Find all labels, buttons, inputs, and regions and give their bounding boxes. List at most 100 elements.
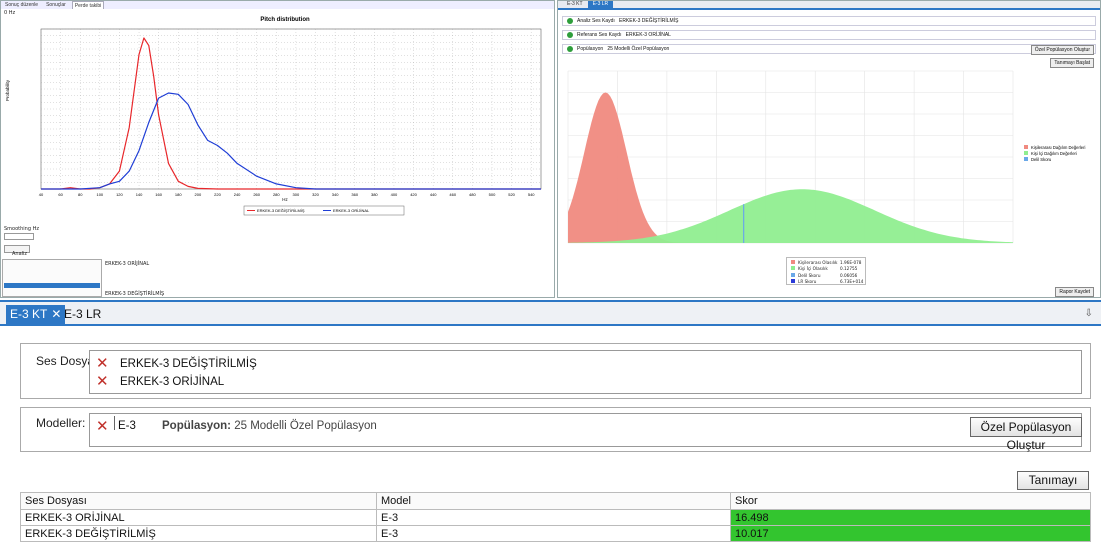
reference-record-label: Referans Ses Kaydı xyxy=(577,32,622,38)
pitch-x-tick: 140 xyxy=(136,192,143,197)
remove-model-icon[interactable]: ✕ xyxy=(96,417,109,435)
population-label: Popülasyon: xyxy=(162,420,232,432)
pitch-x-tick: 440 xyxy=(430,192,437,197)
lr-value-swatch xyxy=(791,266,795,271)
lr-legend-swatch xyxy=(1024,151,1028,155)
tab-pitch[interactable]: Perde takibi xyxy=(71,1,105,9)
lr-value-label: Kişilerarası Olasılık xyxy=(798,260,838,265)
lr-value-label: LR Skoru xyxy=(798,278,817,284)
create-population-button[interactable]: Özel Popülasyon Oluştur xyxy=(970,417,1082,452)
pitch-x-tick: 180 xyxy=(175,192,182,197)
lr-value-number: 6.73E+014 xyxy=(840,278,864,284)
pitch-x-tick: 380 xyxy=(371,192,378,197)
pitch-x-tick: 60 xyxy=(58,192,63,197)
table-row[interactable]: ERKEK-3 ORİJİNAL E-3 16.498 xyxy=(20,509,1091,526)
tab-e3-lr[interactable]: E-3 LR xyxy=(60,305,105,324)
pitch-x-tick: 100 xyxy=(96,192,103,197)
tab-e3-kt-label: E-3 KT xyxy=(10,307,48,321)
pitch-chart: Pitch distribution Probability 40 60 80 100… xyxy=(5,17,542,216)
analysis-record-row: Analiz Ses Kaydı ERKEK-3 DEĞİŞTİRİLMİŞ xyxy=(562,16,1096,26)
population-value: 25 Modelli Özel Popülasyon xyxy=(234,420,377,432)
file-item-original: ERKEK-3 ORİJİNAL xyxy=(120,376,225,388)
file-list[interactable] xyxy=(2,259,102,297)
lr-value-row: LR Skoru 6.73E+014 xyxy=(791,278,864,284)
pitch-x-tick: 400 xyxy=(391,192,398,197)
lr-tab-lr[interactable]: E-3 LR xyxy=(587,1,614,8)
chevron-down-icon[interactable]: ⇩ xyxy=(1085,308,1093,319)
lr-tabbar: E-3 KT E-3 LR xyxy=(558,1,1100,10)
column-header-score[interactable]: Skor xyxy=(730,492,1091,510)
lr-value-row: Delil Skoru 0.06056 xyxy=(791,272,858,278)
legend-red-label: ERKEK-3 DEĞİŞTİRİLMİŞ xyxy=(257,208,305,213)
pitch-chart-title: Pitch distribution xyxy=(260,17,310,23)
analyze-button-label: Analiz xyxy=(12,251,28,257)
model-separator xyxy=(114,416,115,430)
cell-model: E-3 xyxy=(376,525,731,542)
lr-value-row: Kişi İçi Olasılık 0.12755 xyxy=(791,266,857,271)
lr-value-number: 0.12755 xyxy=(840,266,858,272)
tab-edit[interactable]: Sonuç düzenle xyxy=(3,1,40,9)
pitch-x-tick: 240 xyxy=(234,192,241,197)
pitch-panel-tabs: Sonuç düzenle Sonuçlar Perde takibi xyxy=(1,1,554,9)
pitch-x-tick: 40 xyxy=(39,192,44,197)
reference-record-row: Referans Ses Kaydı ERKEK-3 ORİJİNAL xyxy=(562,30,1096,40)
legend-blue-label: ERKEK-3 ORİJİNAL xyxy=(333,208,370,213)
table-row[interactable]: ERKEK-3 DEĞİŞTİRİLMİŞ E-3 10.017 xyxy=(20,525,1091,542)
lr-tab-kt[interactable]: E-3 KT xyxy=(562,1,588,8)
population-row-label: Popülasyon xyxy=(577,46,604,52)
lr-value-swatch xyxy=(791,272,795,277)
results-table: Ses Dosyası Model Skor ERKEK-3 ORİJİNAL … xyxy=(20,492,1091,542)
mini-export-button[interactable]: Rapor Kaydet xyxy=(1055,287,1094,297)
lr-legend-swatch xyxy=(1024,145,1028,149)
lr-value-number: 0.06056 xyxy=(840,272,858,278)
bottom-tabbar: E-3 KT ✕ E-3 LR ⇩ xyxy=(0,302,1101,326)
analyze-button[interactable]: Analiz xyxy=(4,245,30,257)
check-icon xyxy=(567,17,573,24)
lr-values-box: Kişilerarası Olasılık 1.96E-078 Kişi İçi O… xyxy=(786,257,866,285)
analysis-record-label: Analiz Ses Kaydı xyxy=(577,18,615,24)
pitch-x-label: Hz xyxy=(282,197,288,202)
lr-legend-swatch xyxy=(1024,157,1028,161)
pitch-x-tick: 460 xyxy=(449,192,456,197)
file-info: ERKEK-3 ORİJİNAL xyxy=(105,261,150,267)
lr-value-number: 1.96E-078 xyxy=(840,260,862,265)
cell-model: E-3 xyxy=(376,509,731,526)
pitch-x-tick: 220 xyxy=(214,192,221,197)
column-header-file[interactable]: Ses Dosyası xyxy=(20,492,377,510)
cell-score: 16.498 xyxy=(730,509,1091,526)
pitch-y-label: Probability xyxy=(5,79,10,101)
population-row: Popülasyon 25 Modelli Özel Popülasyon xyxy=(562,44,1096,54)
pitch-x-tick: 80 xyxy=(78,192,83,197)
column-header-model[interactable]: Model xyxy=(376,492,731,510)
smoothing-select[interactable] xyxy=(4,233,34,240)
tab-e3-kt[interactable]: E-3 KT ✕ xyxy=(6,305,66,324)
file-item-changed: ERKEK-3 DEĞİŞTİRİLMİŞ xyxy=(120,358,257,370)
lr-legend-label: Delil Skoru xyxy=(1031,157,1052,162)
lr-legend-label: Kişilerarası Dağılım Değerleri xyxy=(1031,145,1086,150)
population-row-value: 25 Modelli Özel Popülasyon xyxy=(607,46,670,52)
lr-legend-label: Kişi İçi Dağılım Değerleri xyxy=(1031,151,1077,156)
lr-value-swatch xyxy=(791,278,795,283)
models-label: Modeller: xyxy=(36,416,86,430)
analysis-record-value: ERKEK-3 DEĞİŞTİRİLMİŞ xyxy=(618,18,679,24)
mini-create-population-button[interactable]: Özel Popülasyon Oluştur xyxy=(1030,45,1094,55)
recognition-panel: E-3 KT ✕ E-3 LR ⇩ Ses Dosyaları: ✕ ERKEK-… xyxy=(0,300,1101,556)
remove-file-icon[interactable]: ✕ xyxy=(96,354,109,372)
start-recognition-button[interactable]: Tanımayı Başlat xyxy=(1017,471,1089,504)
pitch-x-tick: 540 xyxy=(528,192,535,197)
lr-value-row: Kişilerarası Olasılık 1.96E-078 xyxy=(791,260,861,265)
pitch-x-tick: 420 xyxy=(410,192,417,197)
files-list[interactable] xyxy=(89,350,1082,394)
file-list-selected[interactable] xyxy=(4,283,100,288)
check-icon xyxy=(567,45,573,52)
lr-value-swatch xyxy=(791,260,795,264)
cell-file: ERKEK-3 ORİJİNAL xyxy=(20,509,377,526)
pitch-x-tick: 300 xyxy=(293,192,300,197)
lr-value-label: Kişi İçi Olasılık xyxy=(798,266,828,272)
lr-value-label: Delil Skoru xyxy=(798,272,821,278)
cell-score: 10.017 xyxy=(730,525,1091,542)
pitch-x-tick: 260 xyxy=(253,192,260,197)
tab-results[interactable]: Sonuçlar xyxy=(44,1,68,9)
reference-record-value: ERKEK-3 ORİJİNAL xyxy=(625,32,671,38)
remove-file-icon[interactable]: ✕ xyxy=(96,372,109,390)
